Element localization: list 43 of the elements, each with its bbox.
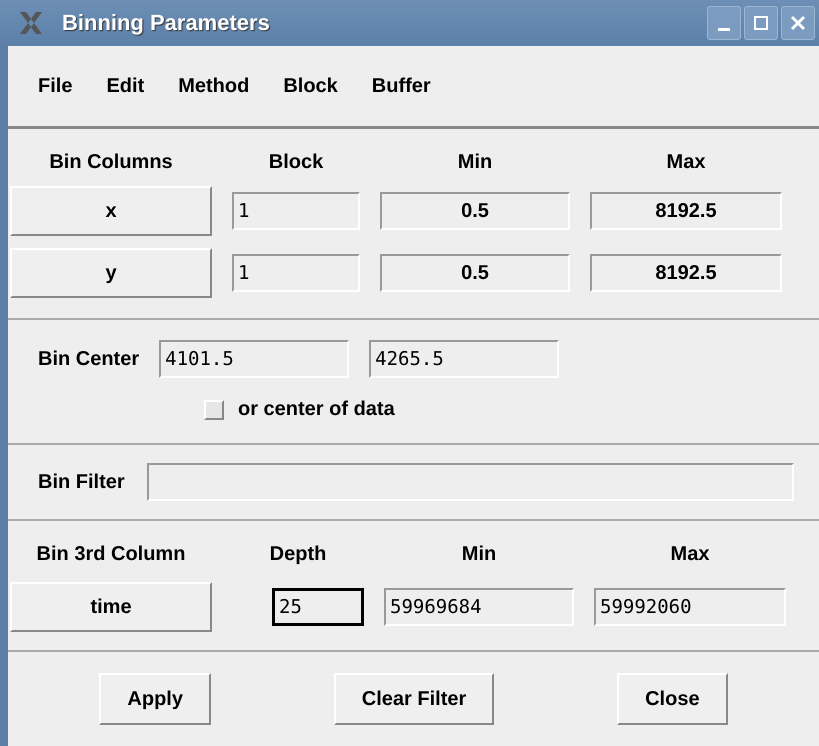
window-title: Binning Parameters xyxy=(62,10,271,36)
column-button[interactable]: x xyxy=(10,186,212,236)
minimize-button[interactable] xyxy=(707,6,741,40)
center-x-field[interactable]: 4101.5 xyxy=(159,340,350,378)
menu-item[interactable]: File xyxy=(38,74,72,98)
checkbox[interactable] xyxy=(204,400,224,420)
minimize-icon xyxy=(718,28,730,31)
dialog-button[interactable]: Apply xyxy=(99,673,211,725)
column-header: Max xyxy=(666,151,706,174)
max-value: 8192.5 xyxy=(590,254,782,292)
dialog-button[interactable]: Clear Filter xyxy=(334,673,494,725)
close-button[interactable] xyxy=(781,6,815,40)
block-field[interactable]: 1 xyxy=(232,192,360,230)
menu-item[interactable]: Buffer xyxy=(372,74,431,98)
column-header: Min xyxy=(460,543,498,566)
x-logo-icon xyxy=(18,10,44,36)
filter-field[interactable] xyxy=(146,463,794,501)
column-header: Depth xyxy=(268,543,328,566)
min-value: 0.5 xyxy=(380,254,570,292)
menu-item[interactable]: Edit xyxy=(106,74,144,98)
section-label: Bin Columns xyxy=(48,151,174,174)
close-icon xyxy=(789,14,807,32)
column-header: Min xyxy=(456,151,494,174)
center-y-field[interactable]: 4265.5 xyxy=(369,340,560,378)
column-header: Block xyxy=(268,151,324,174)
maximize-button[interactable] xyxy=(744,6,778,40)
max-value: 8192.5 xyxy=(590,192,782,230)
block-field[interactable]: 1 xyxy=(232,254,360,292)
section-label: Bin Filter xyxy=(38,470,125,494)
section-label: Bin Center xyxy=(38,348,140,370)
min-value: 0.5 xyxy=(380,192,570,230)
menu-item[interactable]: Method xyxy=(178,74,250,98)
min-field[interactable]: 59969684 xyxy=(384,588,574,626)
menu-item[interactable]: Block xyxy=(283,74,338,98)
section-label: Bin 3rd Column xyxy=(36,543,186,566)
column-header: Max xyxy=(670,543,710,566)
depth-field[interactable]: 25 xyxy=(272,588,364,626)
column-button[interactable]: time xyxy=(10,582,212,632)
column-button[interactable]: y xyxy=(10,248,212,298)
max-field[interactable]: 59992060 xyxy=(594,588,786,626)
dialog-button[interactable]: Close xyxy=(617,673,728,725)
maximize-icon xyxy=(752,14,770,32)
checkbox-label: or center of data xyxy=(238,398,395,421)
